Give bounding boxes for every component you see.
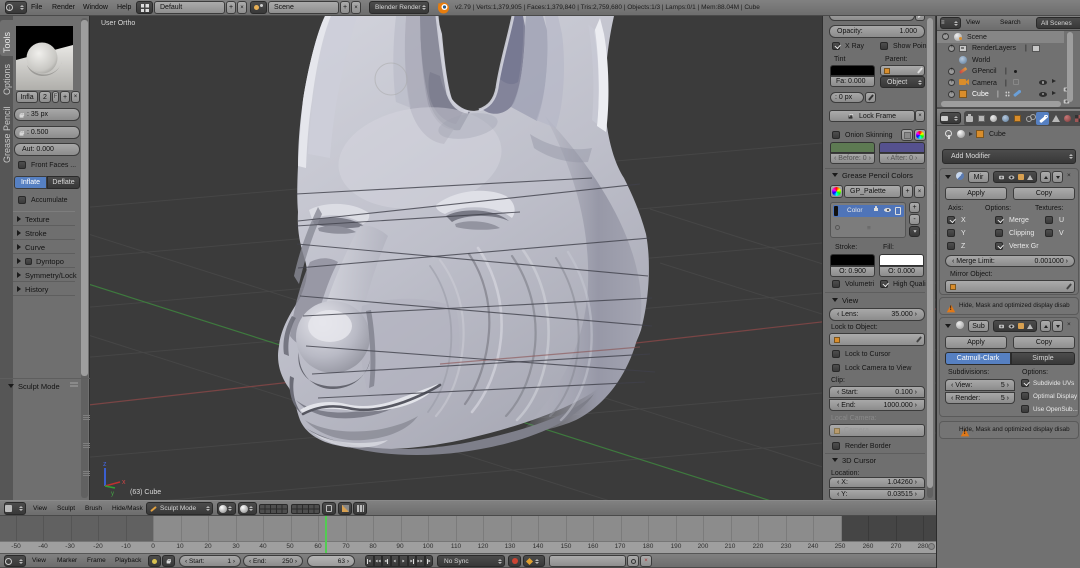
svg-text:x: x — [122, 479, 126, 486]
svg-text:z: z — [103, 461, 107, 468]
svg-text:y: y — [111, 491, 114, 497]
